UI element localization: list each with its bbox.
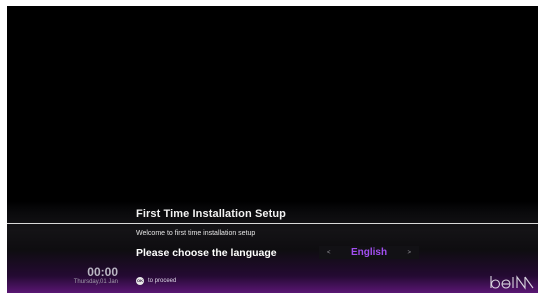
ok-button-icon: OK	[136, 277, 144, 285]
bein-logo	[490, 275, 534, 290]
proceed-hint: to proceed	[148, 278, 177, 284]
chevron-left-icon[interactable]: <	[327, 250, 331, 256]
clock-time: 00:00	[87, 265, 118, 279]
page-title: First Time Installation Setup	[136, 208, 286, 220]
tv-screen: First Time Installation Setup Welcome to…	[7, 6, 538, 293]
language-selector[interactable]: < English >	[319, 246, 419, 259]
divider	[7, 223, 538, 224]
language-value: English	[350, 247, 388, 258]
clock-date: Thursday,01 Jan	[73, 279, 118, 285]
language-prompt: Please choose the language	[136, 247, 277, 259]
welcome-text: Welcome to first time installation setup	[136, 230, 256, 237]
chevron-right-icon[interactable]: >	[407, 250, 411, 256]
